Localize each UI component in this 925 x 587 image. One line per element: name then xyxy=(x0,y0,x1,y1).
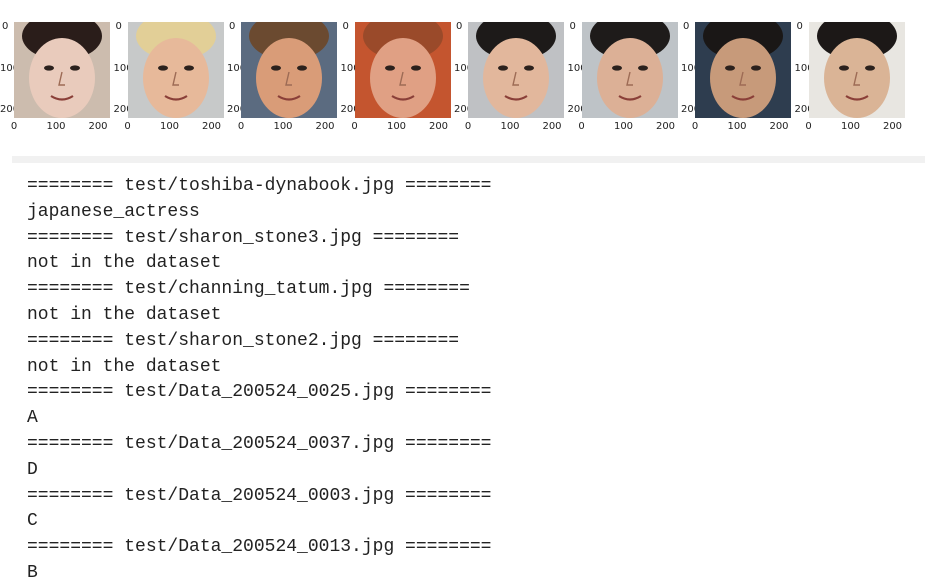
thumbnail-5: 0 100 200 0 100 200 xyxy=(454,0,568,150)
y-tick-label: 0 xyxy=(796,21,803,32)
output-header-line: ======== test/Data_200524_0013.jpg =====… xyxy=(27,537,492,558)
x-tick-label: 200 xyxy=(542,121,562,132)
face-image xyxy=(354,22,451,118)
x-axis-ticks: 0 100 200 xyxy=(578,121,682,137)
x-axis-ticks: 0 100 200 xyxy=(805,121,909,137)
x-axis-ticks: 0 100 200 xyxy=(124,121,228,137)
y-tick-label: 0 xyxy=(683,21,690,32)
x-tick-label: 0 xyxy=(691,121,699,132)
thumbnail-8: 0 100 200 0 100 200 xyxy=(795,0,909,150)
x-tick-label: 0 xyxy=(464,121,472,132)
x-axis-ticks: 0 100 200 xyxy=(691,121,795,137)
output-result-line: not in the dataset xyxy=(27,304,222,325)
x-axis-ticks: 0 100 200 xyxy=(237,121,341,137)
y-tick-label: 0 xyxy=(2,21,9,32)
x-tick-label: 100 xyxy=(840,121,861,132)
x-tick-label: 0 xyxy=(351,121,358,132)
output-header-line: ======== test/sharon_stone2.jpg ======== xyxy=(27,330,460,351)
output-result-line: D xyxy=(27,459,38,480)
face-image xyxy=(581,22,678,118)
thumbnail-6: 0 100 200 0 100 200 xyxy=(568,0,682,150)
face-image xyxy=(127,22,224,118)
output-result-line: japanese_actress xyxy=(27,201,200,222)
output-header-line: ======== test/Data_200524_0003.jpg =====… xyxy=(27,485,492,506)
output-header-line: ======== test/toshiba-dynabook.jpg =====… xyxy=(27,176,492,196)
output-header-line: ======== test/sharon_stone3.jpg ======== xyxy=(27,227,460,248)
x-tick-label: 100 xyxy=(273,121,293,132)
y-tick-label: 0 xyxy=(456,21,463,32)
x-tick-label: 200 xyxy=(882,121,903,132)
x-tick-label: 200 xyxy=(201,121,222,132)
x-tick-label: 100 xyxy=(613,121,634,132)
cell-output: ======== test/toshiba-dynabook.jpg =====… xyxy=(27,174,907,587)
x-tick-label: 200 xyxy=(769,121,789,132)
output-result-line: C xyxy=(27,511,38,532)
thumbnail-1: 0 100 200 0 100 200 xyxy=(0,0,114,150)
x-tick-label: 100 xyxy=(727,121,747,132)
output-header-line: ======== test/Data_200524_0037.jpg =====… xyxy=(27,433,492,454)
face-image xyxy=(468,22,564,118)
x-tick-label: 100 xyxy=(159,121,180,132)
x-axis-ticks: 0 100 200 xyxy=(10,121,114,137)
x-tick-label: 0 xyxy=(578,121,585,132)
thumbnail-4: 0 100 200 0 100 200 xyxy=(341,0,455,150)
y-tick-label: 0 xyxy=(115,21,122,32)
y-tick-label: 0 xyxy=(229,21,236,32)
face-image xyxy=(695,22,791,118)
output-header-line: ======== test/channing_tatum.jpg =======… xyxy=(27,279,470,300)
output-result-line: not in the dataset xyxy=(27,356,222,377)
thumbnail-3: 0 100 200 0 100 200 xyxy=(227,0,341,150)
x-tick-label: 200 xyxy=(428,121,449,132)
thumbnail-7: 0 100 200 0 100 200 xyxy=(681,0,795,150)
x-tick-label: 200 xyxy=(655,121,676,132)
x-tick-label: 0 xyxy=(805,121,812,132)
x-tick-label: 100 xyxy=(46,121,66,132)
y-tick-label: 0 xyxy=(569,21,576,32)
x-tick-label: 0 xyxy=(124,121,131,132)
output-result-line: not in the dataset xyxy=(27,253,222,274)
x-tick-label: 0 xyxy=(237,121,245,132)
x-tick-label: 0 xyxy=(10,121,18,132)
face-image xyxy=(241,22,337,118)
x-tick-label: 100 xyxy=(500,121,520,132)
x-tick-label: 200 xyxy=(88,121,108,132)
image-thumbnail-strip: 0 100 200 0 100 200 0 100 200 0 100 200 0 100 200 0 100 2… xyxy=(0,0,925,150)
output-result-line: B xyxy=(27,562,38,583)
output-header-line: ======== test/Data_200524_0025.jpg =====… xyxy=(27,382,492,403)
thumbnail-2: 0 100 200 0 100 200 xyxy=(114,0,228,150)
x-axis-ticks: 0 100 200 xyxy=(464,121,568,137)
output-divider xyxy=(12,156,925,163)
x-tick-label: 200 xyxy=(315,121,335,132)
x-axis-ticks: 0 100 200 xyxy=(351,121,455,137)
y-tick-label: 0 xyxy=(342,21,349,32)
output-result-line: A xyxy=(27,408,38,429)
x-tick-label: 100 xyxy=(386,121,407,132)
face-image xyxy=(14,22,110,118)
face-image xyxy=(808,22,905,118)
